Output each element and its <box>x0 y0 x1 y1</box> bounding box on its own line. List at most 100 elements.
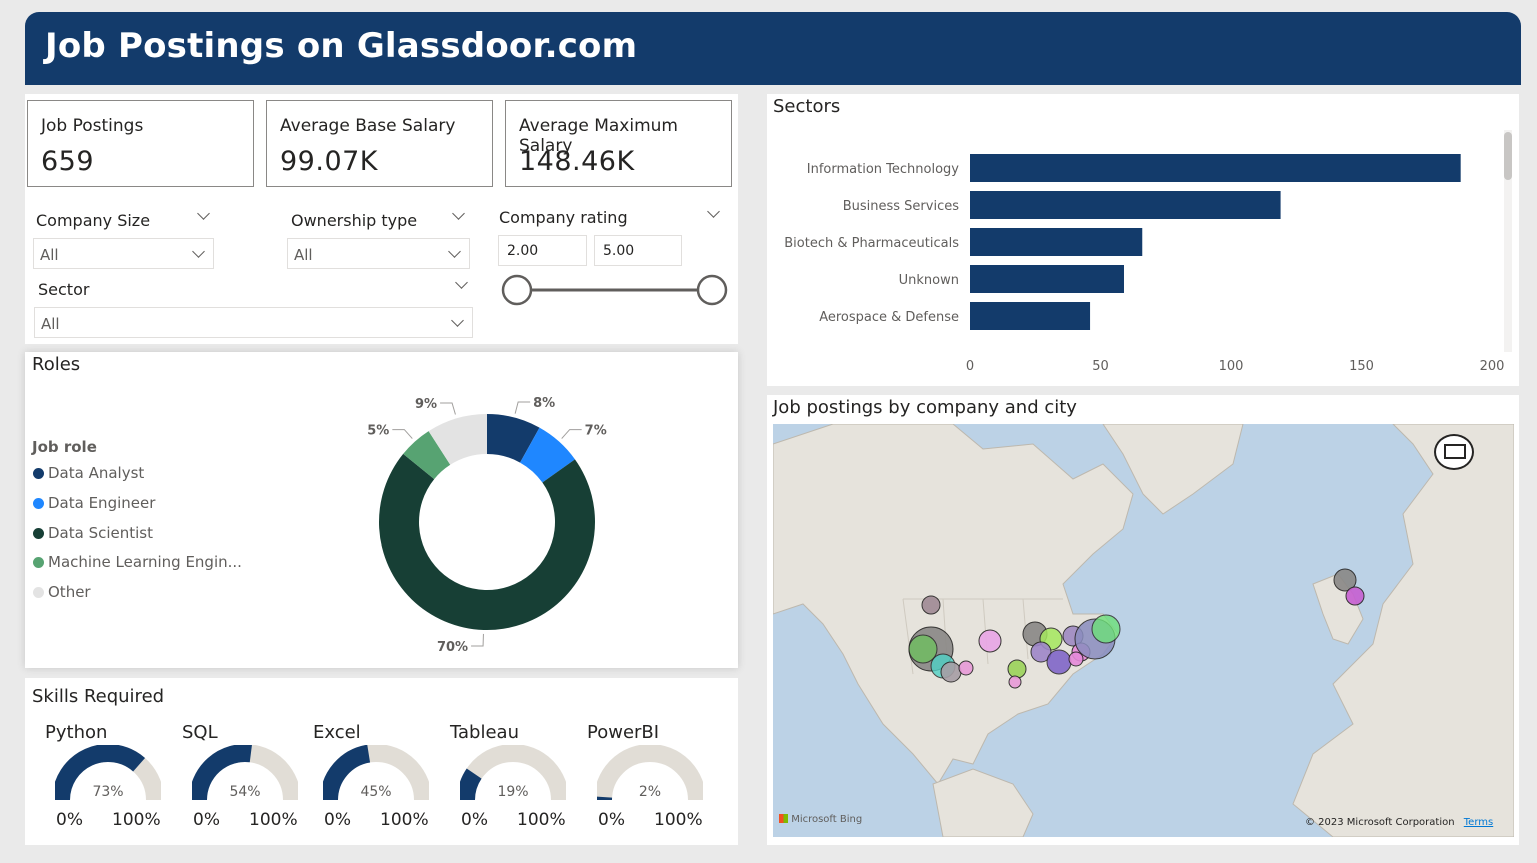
gauge-title: SQL <box>182 722 218 743</box>
rating-max-value: 5.00 <box>603 243 635 259</box>
focus-mode-button[interactable] <box>1434 434 1474 470</box>
company-size-dropdown[interactable]: All <box>33 238 214 269</box>
south-america-land <box>932 768 1034 837</box>
donut-data-label: 7% <box>585 424 607 439</box>
gauge-min: 0% <box>461 810 488 830</box>
map-bubble[interactable] <box>921 595 941 615</box>
gauge-max: 100% <box>380 810 429 830</box>
donut-leader-line <box>471 633 484 647</box>
gauge-max: 100% <box>654 810 703 830</box>
north-america-land <box>773 424 1134 785</box>
map-bubble[interactable] <box>958 660 974 676</box>
gauge-max: 100% <box>112 810 161 830</box>
skills-title: Skills Required <box>32 686 165 707</box>
kpi-value: 659 <box>41 146 95 177</box>
map-bubble[interactable] <box>1091 614 1121 644</box>
europe-africa-land <box>1292 424 1514 837</box>
sectors-title: Sectors <box>773 96 841 117</box>
legend-marker <box>33 557 44 569</box>
legend-marker <box>33 468 44 479</box>
kpi-value: 99.07K <box>280 146 379 177</box>
sectors-scrollbar-track[interactable] <box>1504 130 1512 352</box>
map-bubble[interactable] <box>1007 659 1027 679</box>
sector-dropdown[interactable]: All <box>34 307 473 338</box>
donut-data-label: 8% <box>533 396 555 411</box>
gauge-max: 100% <box>249 810 298 830</box>
gauge-arc: 2% <box>597 745 703 801</box>
gauge-arc: 45% <box>323 745 429 801</box>
roles-title: Roles <box>32 354 81 375</box>
ownership-type-title: Ownership type <box>291 211 418 230</box>
sector-bar[interactable] <box>970 154 1461 182</box>
legend-label: Machine Learning Engin... <box>48 553 242 572</box>
gauge-fill <box>460 768 482 801</box>
sector-bar[interactable] <box>970 191 1281 219</box>
donut-data-label: 70% <box>437 640 468 655</box>
legend-item[interactable]: Data Analyst <box>33 464 242 494</box>
legend-item[interactable]: Data Engineer <box>33 494 242 524</box>
gauge-arc: 19% <box>460 745 566 801</box>
map-bubble[interactable] <box>1008 675 1022 689</box>
gauge-min: 0% <box>56 810 83 830</box>
report-header: Job Postings on Glassdoor.com <box>25 12 1521 85</box>
sectors-scrollbar-thumb[interactable] <box>1504 132 1512 180</box>
donut-leader-line <box>392 429 413 439</box>
sectors-bar-chart[interactable]: Information Technology Business Services B… <box>767 140 1507 386</box>
report-title: Job Postings on Glassdoor.com <box>45 26 638 66</box>
sector-category-label: Information Technology <box>807 162 960 177</box>
legend-label: Data Scientist <box>48 523 153 542</box>
gauge-min: 0% <box>598 810 625 830</box>
terms-link[interactable]: Terms <box>1464 817 1493 828</box>
focus-mode-icon <box>1444 444 1466 459</box>
sector-bar[interactable] <box>970 228 1143 256</box>
kpi-card-job-postings: Job Postings 659 <box>27 100 254 187</box>
ownership-type-dropdown[interactable]: All <box>287 238 470 269</box>
gauge-min: 0% <box>324 810 351 830</box>
map-copyright: © 2023 Microsoft Corporation Terms <box>1305 817 1493 828</box>
legend-title: Job role <box>32 438 97 456</box>
x-axis-tick-label: 0 <box>966 359 974 374</box>
kpi-value: 148.46K <box>519 146 635 177</box>
gauge-arc: 73% <box>55 745 161 801</box>
sector-bar[interactable] <box>970 265 1124 293</box>
gauge-value: 54% <box>229 784 260 800</box>
legend-label: Other <box>48 583 91 602</box>
gauge-value: 2% <box>639 784 661 800</box>
slider-min-handle[interactable] <box>501 274 533 306</box>
gauge-value: 73% <box>92 784 123 800</box>
gauge-arc: 54% <box>192 745 298 801</box>
map-bubble[interactable] <box>1345 586 1365 606</box>
map-bubble[interactable] <box>1046 649 1072 675</box>
donut-slice[interactable] <box>379 453 595 630</box>
map-bubble[interactable] <box>940 661 962 683</box>
map-bubble[interactable] <box>1068 651 1084 667</box>
rating-range-slider[interactable] <box>498 272 730 308</box>
map-canvas[interactable]: Microsoft Bing © 2023 Microsoft Corporat… <box>773 424 1514 837</box>
company-size-title: Company Size <box>36 211 151 230</box>
rating-min-value: 2.00 <box>507 243 539 259</box>
roles-donut-chart[interactable]: 8% 7% 70% 5% 9% <box>340 385 640 660</box>
kpi-label: Job Postings <box>41 116 144 136</box>
sector-bar[interactable] <box>970 302 1091 330</box>
sector-category-label: Aerospace & Defense <box>819 310 959 325</box>
company-rating-title: Company rating <box>499 208 628 227</box>
map-svg[interactable] <box>773 424 1514 837</box>
legend-item[interactable]: Other <box>33 583 242 613</box>
rating-max-input[interactable]: 5.00 <box>594 235 682 266</box>
map-bubble[interactable] <box>978 629 1002 653</box>
legend-marker <box>33 587 44 599</box>
donut-data-label: 9% <box>415 397 437 412</box>
x-axis-tick-label: 100 <box>1219 359 1244 374</box>
kpi-card-average-base-salary: Average Base Salary 99.07K <box>266 100 493 187</box>
x-axis-tick-label: 200 <box>1480 359 1505 374</box>
roles-legend: Data Analyst Data Engineer Data Scientis… <box>33 464 242 613</box>
gauge-title: Python <box>45 722 108 743</box>
legend-item[interactable]: Data Scientist <box>33 524 242 554</box>
slider-max-handle[interactable] <box>696 274 728 306</box>
company-size-value: All <box>40 246 59 264</box>
legend-item[interactable]: Machine Learning Engin... <box>33 553 242 583</box>
ownership-type-value: All <box>294 246 313 264</box>
legend-marker <box>33 527 44 539</box>
rating-min-input[interactable]: 2.00 <box>498 235 587 266</box>
chevron-down-icon <box>448 245 461 258</box>
